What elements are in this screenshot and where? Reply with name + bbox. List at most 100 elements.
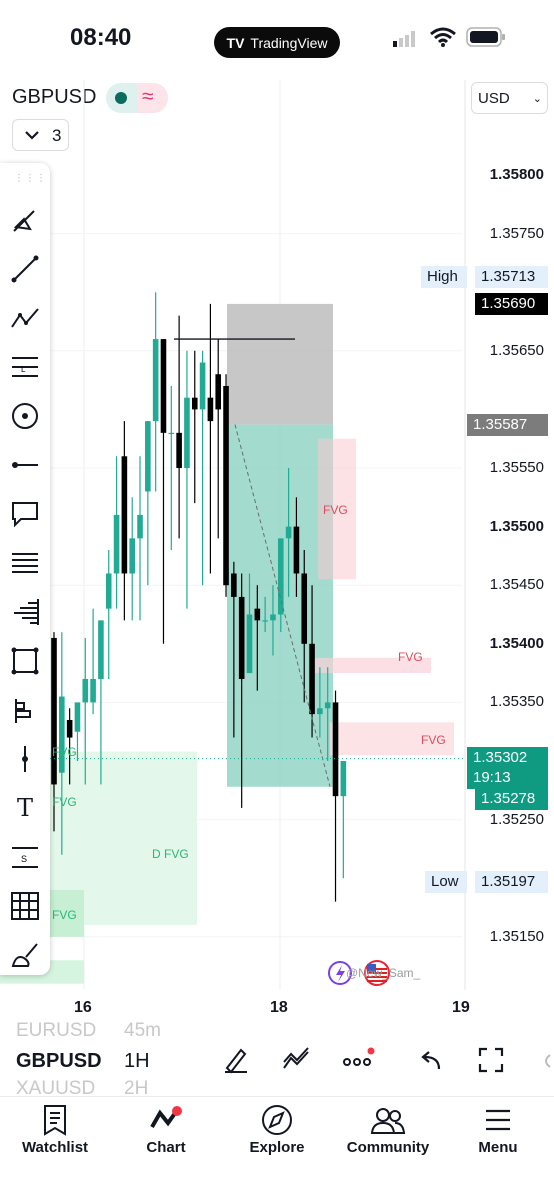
line-icon[interactable] (8, 252, 42, 286)
app-name: TradingView (250, 34, 328, 51)
clock: 08:40 (70, 24, 132, 51)
price-scale-label: 1.35550 (489, 459, 544, 476)
fvg-label: FVG (52, 908, 77, 922)
long-position-icon[interactable] (8, 693, 42, 727)
candle-body (254, 608, 261, 621)
vertical-line-icon[interactable] (8, 742, 42, 776)
candle-body (59, 696, 65, 773)
brush-icon[interactable] (8, 938, 42, 972)
author-watermark: @New_Sam_ (346, 966, 421, 980)
price-scale-label: 1.35800 (489, 166, 544, 183)
text-icon[interactable]: T (8, 791, 42, 825)
candle-body (301, 573, 308, 644)
interval-label: 1H (124, 1050, 150, 1072)
candle-body (215, 374, 222, 410)
price-scale-label: 1.35150 (489, 927, 544, 945)
volume-profile-icon[interactable] (8, 595, 42, 629)
candle-body (270, 614, 276, 621)
chart-icon (150, 1106, 182, 1128)
candle-body (90, 678, 96, 703)
undo-button[interactable] (410, 1040, 450, 1080)
status-bar: 08:40 TV TradingView (0, 0, 554, 80)
price-label-icon[interactable]: S (8, 840, 42, 874)
fullscreen-button[interactable] (471, 1040, 511, 1080)
candle-body (82, 678, 89, 703)
svg-text:S: S (21, 854, 27, 864)
pattern-icon[interactable] (8, 301, 42, 335)
price-scale-label: 1.35500 (489, 517, 544, 535)
nav-community[interactable]: Community (338, 1097, 438, 1167)
watchlist-icon (44, 1105, 66, 1136)
tradingview-logo-icon: TV (226, 34, 245, 51)
candle-body (199, 362, 206, 410)
candle-body (105, 573, 112, 609)
candle-body (51, 637, 57, 785)
drag-handle-icon[interactable]: ⋮⋮⋮ (14, 173, 46, 184)
candle-body (121, 456, 128, 574)
watchlist-row[interactable]: EURUSD 45m (16, 1020, 161, 1042)
candle-body (98, 620, 104, 679)
candle-body (160, 339, 167, 433)
candle-body (309, 643, 315, 715)
candle-body (184, 397, 190, 468)
price-tag-teal: 1.35278 (475, 788, 548, 810)
circle-icon[interactable] (8, 399, 42, 433)
fvg-label: FVG (52, 795, 77, 809)
price-scale-label: 1.35250 (489, 810, 544, 828)
indicators-icon (283, 1047, 309, 1069)
low-value: 1.35197 (475, 871, 548, 893)
callout-icon[interactable] (8, 497, 42, 531)
price-chart[interactable]: @New_Sam_ (0, 80, 554, 1015)
signal-icon (393, 31, 415, 47)
candle-body (66, 719, 73, 738)
trend-line-icon[interactable] (8, 203, 42, 237)
fullscreen-icon (478, 1047, 504, 1073)
time-label-18: 18 (270, 999, 288, 1016)
svg-text:L: L (21, 365, 26, 374)
nav-chart[interactable]: Chart (116, 1097, 216, 1167)
candle-body (293, 526, 300, 574)
candle-body (285, 526, 292, 539)
indicators-button[interactable] (276, 1040, 316, 1080)
price-scale-label: 1.35350 (489, 693, 544, 711)
watchlist-active-row[interactable]: GBPUSD 1H (16, 1050, 150, 1073)
more-dots-icon (343, 1047, 375, 1066)
price-tag-grey: 1.35587 (467, 414, 548, 436)
candle-body (191, 397, 198, 410)
price-scale-label: 1.35400 (489, 634, 544, 652)
scroll-more-icon (536, 1040, 554, 1080)
drawing-toolbar: ⋮⋮⋮ L T S (0, 163, 50, 975)
high-value: 1.35713 (475, 266, 548, 288)
ray-icon[interactable] (8, 448, 42, 482)
fvg-label: FVG (323, 503, 348, 517)
grid-icon[interactable] (8, 889, 42, 923)
grid-lines-icon[interactable] (8, 546, 42, 580)
nav-explore[interactable]: Explore (227, 1097, 327, 1167)
battery-icon (466, 27, 505, 47)
price-tag-black: 1.35690 (475, 293, 548, 315)
nav-watchlist[interactable]: Watchlist (5, 1097, 105, 1167)
watchlist-row[interactable]: XAUUSD 2H (16, 1078, 148, 1096)
draw-button[interactable] (215, 1040, 255, 1080)
candle-body (129, 538, 135, 574)
more-button[interactable] (338, 1040, 378, 1080)
nav-menu[interactable]: Menu (448, 1097, 548, 1167)
fvg-label: FVG (52, 745, 77, 759)
candle-body (324, 702, 331, 709)
candle-body (152, 339, 159, 422)
fib-icon[interactable]: L (8, 350, 42, 384)
compass-icon (262, 1105, 292, 1135)
rectangle-icon[interactable] (8, 644, 42, 678)
candle-body (277, 538, 284, 615)
candle-body (145, 421, 151, 492)
candle-body (262, 620, 268, 622)
candle-body (176, 432, 182, 468)
low-label: Low (425, 871, 467, 893)
candle-body (223, 385, 229, 586)
price-scale-label: 1.35450 (489, 576, 544, 594)
time-label-16: 16 (74, 999, 92, 1016)
fvg-label: D FVG (152, 847, 189, 861)
price-scale-label: 1.35750 (489, 224, 544, 242)
candle-body (168, 432, 175, 435)
candle-body (74, 702, 81, 732)
